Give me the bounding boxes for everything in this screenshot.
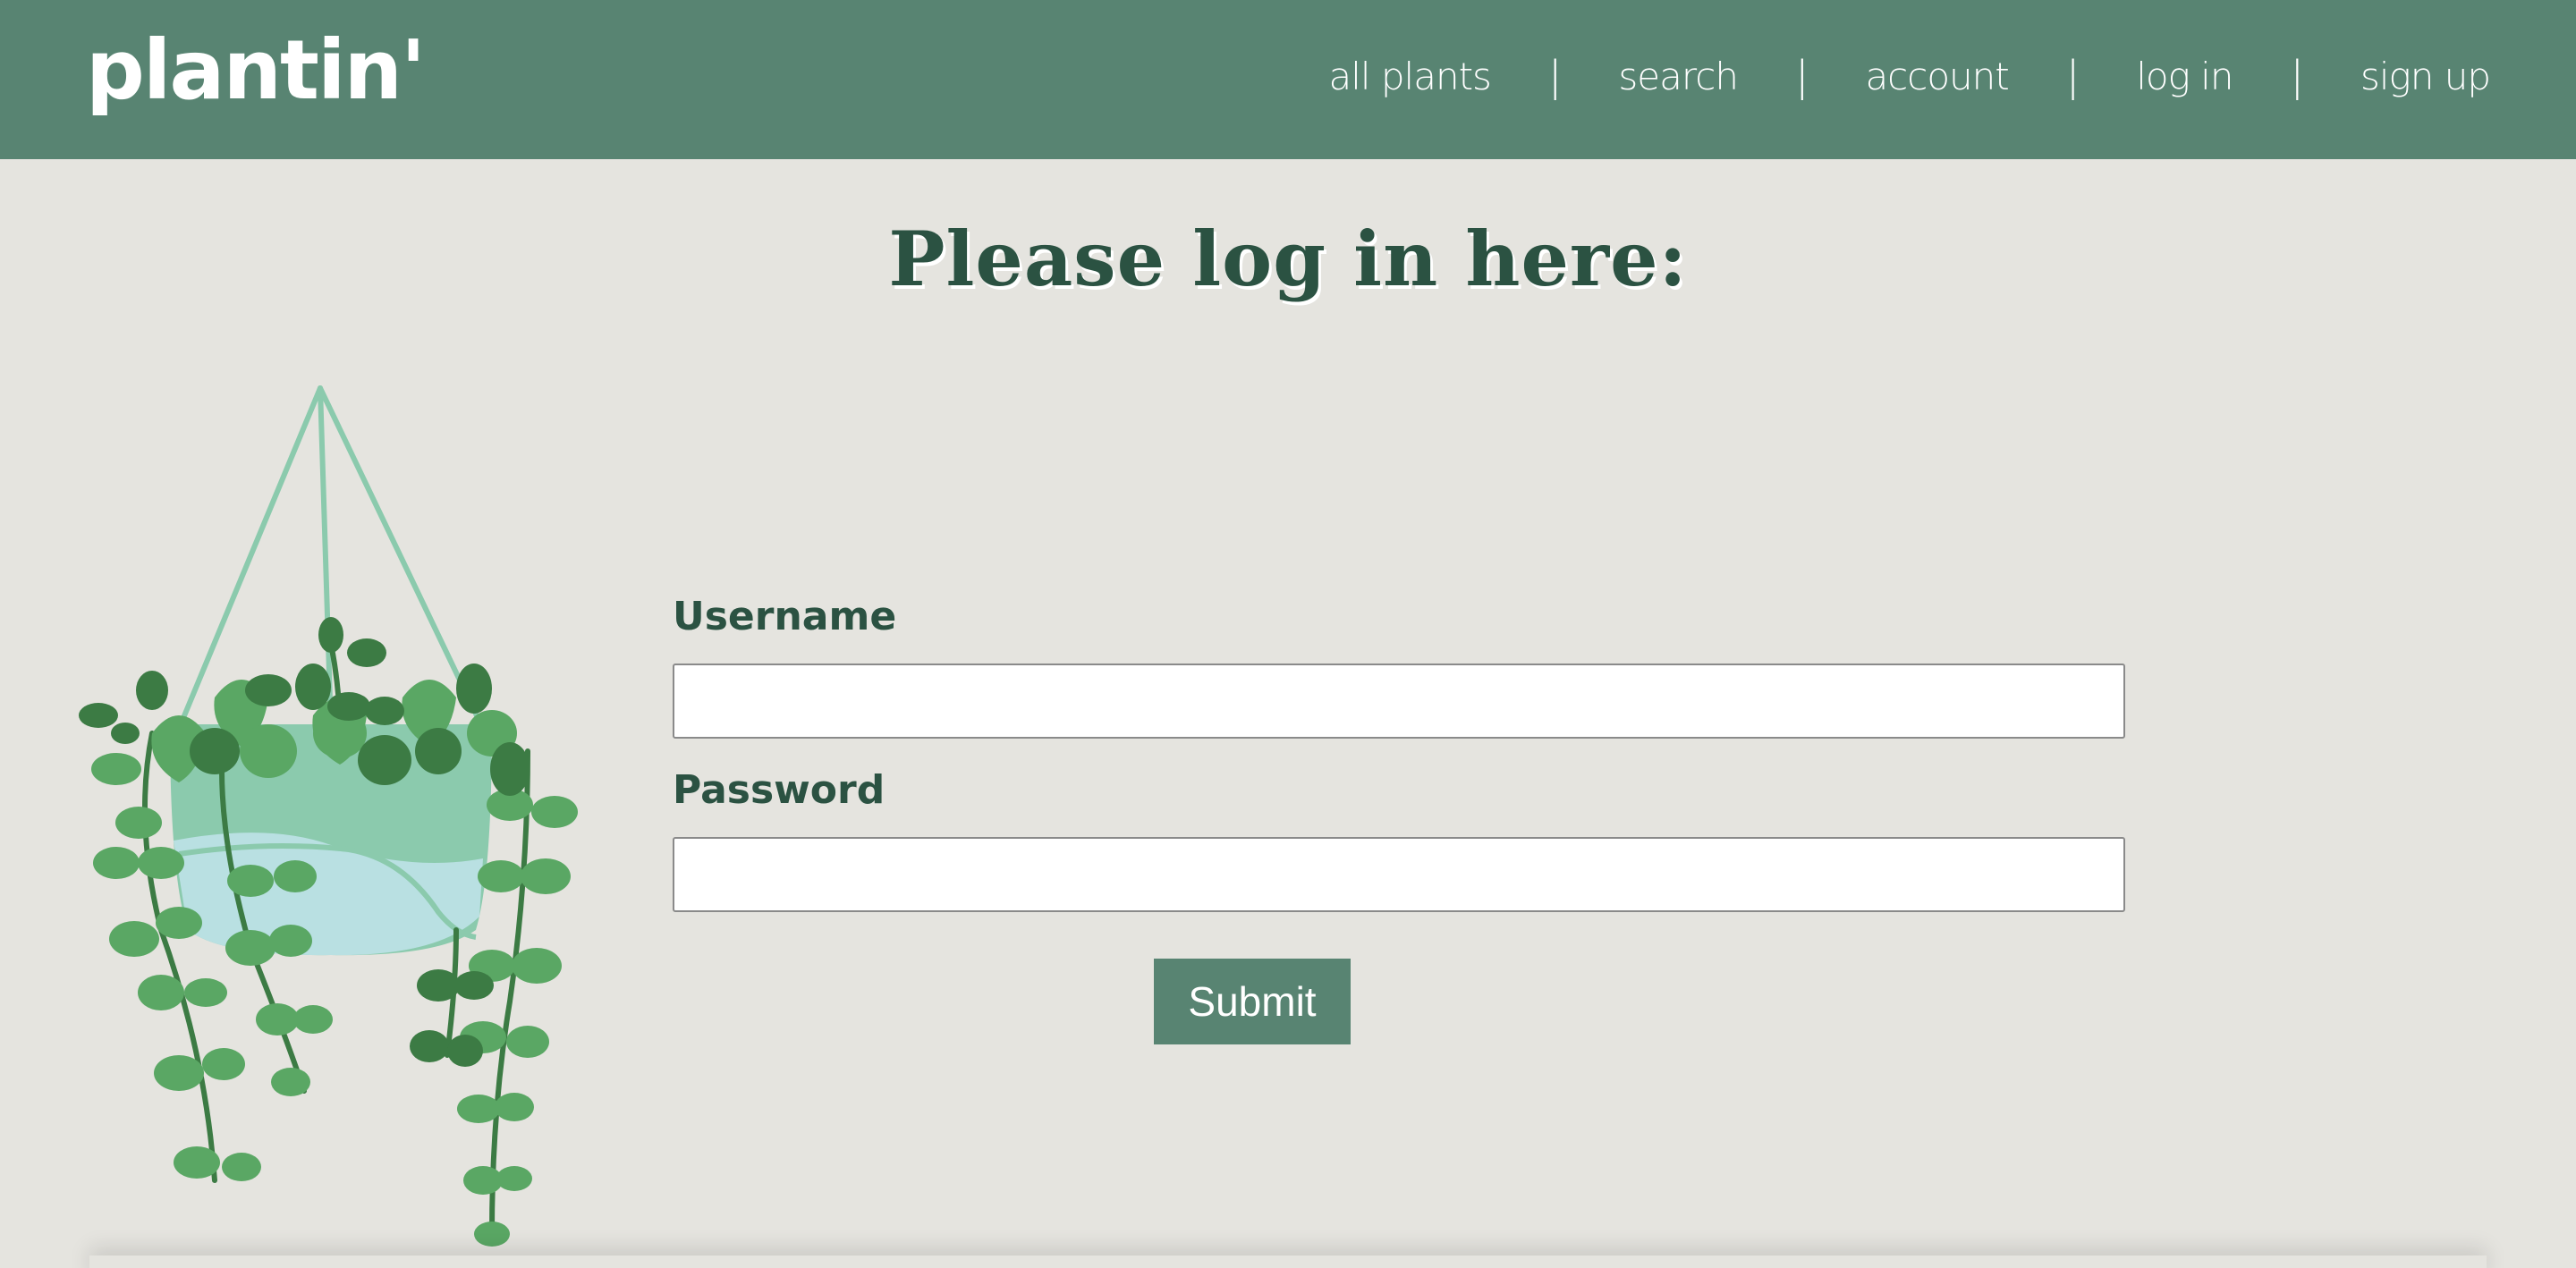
main-nav: all plants | search | account | log in |… [1328,52,2491,100]
nav-separator: | [1547,52,1562,100]
nav-separator: | [1794,52,1809,100]
nav-search[interactable]: search [1618,55,1739,98]
hanging-plant-illustration [79,385,578,1247]
nav-all-plants[interactable]: all plants [1328,55,1491,98]
nav-separator: | [2065,52,2080,100]
nav-sign-up[interactable]: sign up [2360,55,2491,98]
password-label: Password [673,767,886,813]
site-logo[interactable]: plantin' [86,18,426,123]
content-bottom-edge [89,1255,2487,1268]
login-page: plantin' all plants | search | account |… [0,0,2576,1268]
username-label: Username [673,594,897,639]
site-header: plantin' all plants | search | account |… [0,0,2576,159]
password-input[interactable] [673,837,2125,912]
nav-separator: | [2290,52,2303,100]
login-form: Username Password [673,590,2125,912]
nav-log-in[interactable]: log in [2136,55,2233,98]
submit-button[interactable]: Submit [1154,959,1351,1044]
nav-account[interactable]: account [1865,55,2009,98]
username-input[interactable] [673,664,2125,739]
page-title: Please log in here: [888,215,1688,303]
